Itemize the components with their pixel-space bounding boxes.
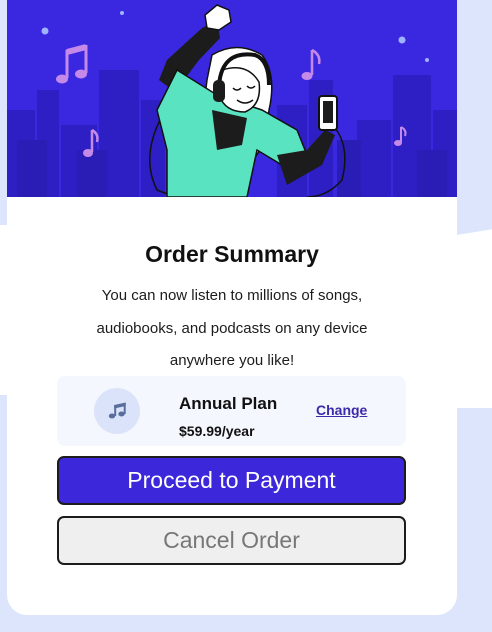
page-title: Order Summary — [145, 241, 319, 267]
music-note-icon — [94, 388, 140, 434]
order-summary-card: Order Summary You can now listen to mill… — [7, 0, 457, 615]
change-plan-link[interactable]: Change — [316, 402, 367, 418]
plan-price: $59.99/year — [179, 423, 255, 439]
hero-illustration — [7, 0, 457, 197]
proceed-to-payment-button[interactable]: Proceed to Payment — [57, 456, 406, 505]
plan-summary: Annual Plan $59.99/year Change — [57, 376, 406, 446]
cancel-order-button[interactable]: Cancel Order — [57, 516, 406, 565]
plan-name: Annual Plan — [179, 394, 278, 413]
order-description: You can now listen to millions of songs,… — [96, 287, 368, 369]
